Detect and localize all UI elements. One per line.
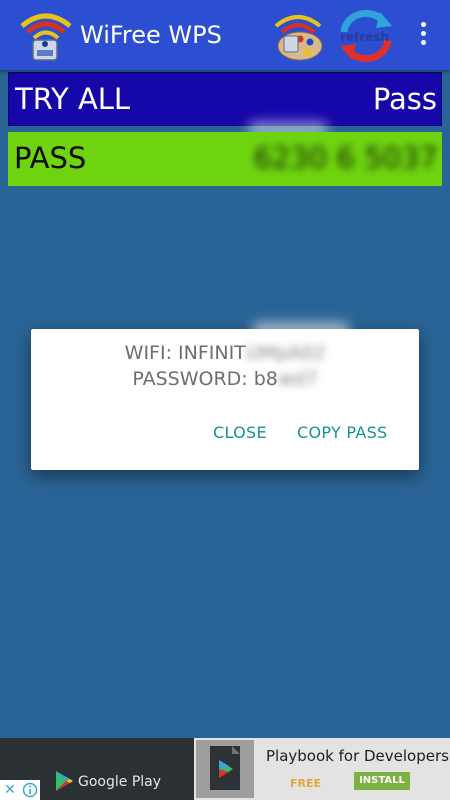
wifi-password-dialog: WIFI: INFINITUMpA02 PASSWORD: b8wd7 CLOS… (31, 329, 419, 470)
app-bar: WiFree WPS refresh (0, 0, 450, 70)
wifi-name-prefix: WIFI: INFINIT (124, 342, 246, 364)
refresh-icon: refresh (340, 9, 392, 63)
pass-value-obscured: 6230 6 5037 (253, 141, 439, 175)
google-play-icon (56, 771, 73, 791)
palette-icon[interactable] (270, 8, 326, 62)
close-icon[interactable]: ✕ (0, 780, 20, 800)
redaction-smudge (252, 322, 350, 338)
password-obscured: wd7 (277, 368, 318, 390)
wifi-name-obscured: UMpA02 (245, 342, 326, 364)
google-play-label: Google Play (78, 774, 162, 790)
ad-price-label: FREE (290, 777, 322, 790)
pass-label: PASS (14, 141, 87, 175)
password-prefix: PASSWORD: b8 (132, 368, 278, 390)
info-icon[interactable] (20, 780, 40, 800)
try-all-row[interactable]: TRY ALL Pass (8, 72, 442, 126)
google-play-badge[interactable]: Google Play (54, 770, 161, 794)
app-title: WiFree WPS (80, 21, 222, 49)
pass-value: 6230 6 5037 (254, 132, 439, 184)
wifi-name-text: WIFI: INFINITUMpA02 (31, 341, 419, 365)
refresh-label: refresh (340, 30, 389, 44)
pass-row[interactable]: PASS 6230 6 5037 (8, 132, 442, 186)
ad-app-title: Playbook for Developers (266, 747, 449, 765)
try-all-pass-label: Pass (372, 82, 437, 116)
try-all-label: TRY ALL (15, 82, 131, 116)
copy-pass-button[interactable]: COPY PASS (297, 421, 388, 445)
ad-card[interactable]: Playbook for Developers FREE INSTALL (194, 738, 450, 800)
ad-banner[interactable]: ✕ Google Play Playbook for Developers FR… (0, 738, 450, 800)
more-vert-icon[interactable] (412, 22, 434, 50)
wifi-router-logo-icon (20, 13, 72, 61)
refresh-button[interactable]: refresh (336, 8, 396, 64)
install-button[interactable]: INSTALL (354, 772, 410, 790)
password-text: PASSWORD: b8wd7 (31, 367, 419, 391)
close-button[interactable]: CLOSE (213, 421, 267, 445)
ad-app-icon (196, 740, 254, 798)
